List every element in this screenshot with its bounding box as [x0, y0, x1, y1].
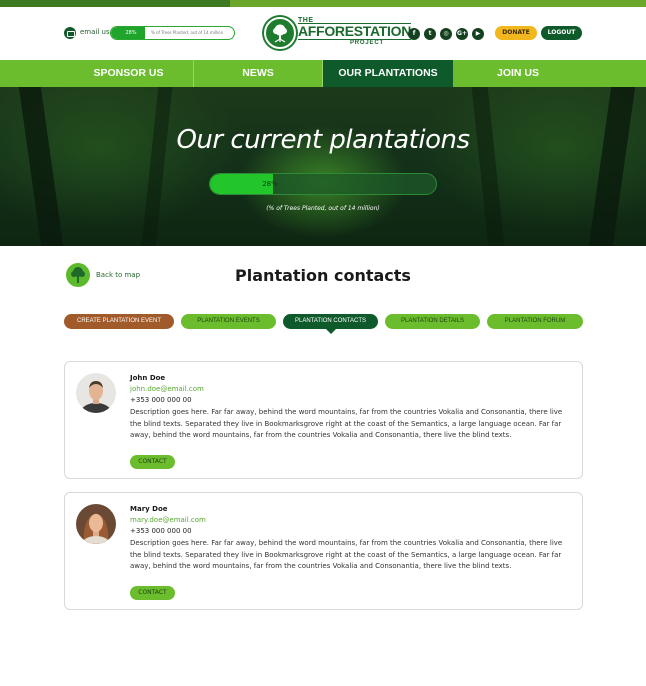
tab-create-plantation-event[interactable]: CREATE PLANTATION EVENT [64, 314, 174, 329]
nav-item-news[interactable]: NEWS [194, 60, 323, 87]
site-logo[interactable]: THE AFFORESTATION PROJECT [264, 17, 411, 57]
hero-tree-trunk [141, 87, 173, 246]
donate-button[interactable]: DONATE [495, 26, 537, 40]
header-trees-progress: 28% % of Trees Planted, out of 14 millio… [110, 26, 235, 40]
email-us-link[interactable]: email us [80, 28, 110, 36]
hero-trees-progress: 28% [209, 173, 437, 195]
email-icon[interactable] [64, 27, 76, 39]
tab-plantation-contacts[interactable]: PLANTATION CONTACTS [283, 314, 378, 334]
contact-description: Description goes here. Far far away, beh… [130, 408, 563, 440]
tab-plantation-events[interactable]: PLANTATION EVENTS [181, 314, 276, 329]
avatar [76, 373, 116, 413]
instagram-icon[interactable]: ◎ [440, 28, 452, 40]
contact-phone: +353 000 000 00 [130, 396, 192, 404]
contact-card: Mary Doe mary.doe@email.com +353 000 000… [64, 492, 583, 610]
contact-email[interactable]: john.doe@email.com [130, 385, 204, 393]
nav-item-join-us[interactable]: JOIN US [453, 60, 583, 87]
hero-tree-trunk [588, 87, 636, 246]
hero-tree-trunk [471, 87, 505, 246]
hero-title: Our current plantations [176, 125, 470, 155]
tab-plantation-forum[interactable]: PLANTATION FORUM [487, 314, 583, 329]
hero-progress-caption: (% of Trees Planted, out of 14 million) [266, 205, 380, 212]
hero-tree-trunk [18, 87, 64, 246]
logo-project: PROJECT [350, 40, 384, 46]
avatar [76, 504, 116, 544]
top-accent-strip [0, 0, 646, 7]
contact-card: John Doe john.doe@email.com +353 000 000… [64, 361, 583, 479]
contact-phone: +353 000 000 00 [130, 527, 192, 535]
contact-name: John Doe [130, 374, 166, 382]
contact-button[interactable]: CONTACT [130, 586, 175, 600]
site-header: email us 28% % of Trees Planted, out of … [0, 7, 646, 60]
header-progress-percent: 28% [125, 30, 137, 36]
youtube-icon[interactable]: ▶ [472, 28, 484, 40]
top-accent-strip-dark [0, 0, 230, 7]
nav-item-our-plantations[interactable]: OUR PLANTATIONS [323, 60, 453, 93]
logo-main: AFFORESTATION [298, 23, 412, 40]
facebook-icon[interactable]: f [408, 28, 420, 40]
tree-logo-icon [264, 17, 296, 49]
hero-progress-percent: 28% [262, 180, 278, 188]
contact-email[interactable]: mary.doe@email.com [130, 516, 206, 524]
main-nav: SPONSOR US NEWS OUR PLANTATIONS JOIN US [0, 60, 646, 93]
google-plus-icon[interactable]: G+ [456, 28, 468, 40]
header-progress-caption: % of Trees Planted, out of 14 million [151, 30, 224, 35]
contact-name: Mary Doe [130, 505, 168, 513]
section-title: Plantation contacts [235, 266, 411, 285]
twitter-icon[interactable]: t [424, 28, 436, 40]
logout-button[interactable]: LOGOUT [541, 26, 582, 40]
hero-banner: Our current plantations 28% (% of Trees … [0, 87, 646, 246]
tab-plantation-details[interactable]: PLANTATION DETAILS [385, 314, 480, 329]
nav-item-sponsor-us[interactable]: SPONSOR US [64, 60, 194, 87]
contact-description: Description goes here. Far far away, beh… [130, 539, 563, 571]
contact-button[interactable]: CONTACT [130, 455, 175, 469]
